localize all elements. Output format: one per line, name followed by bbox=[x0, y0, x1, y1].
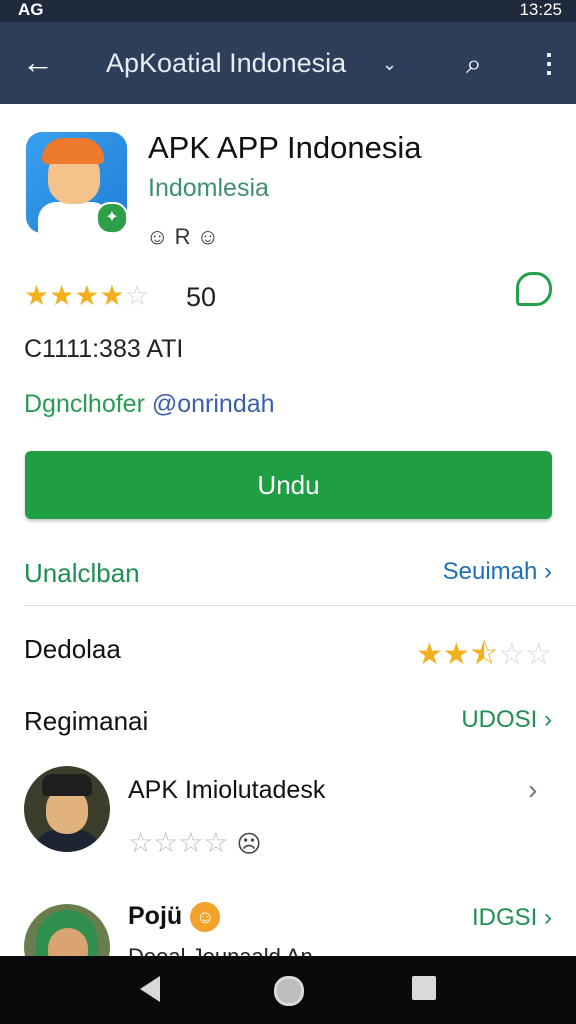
section-rating-stars[interactable]: ★★⯪☆☆ bbox=[416, 632, 552, 683]
app-bar: ← ApKoatial Indonesia ⌄ ⌕ ⋮ bbox=[0, 22, 576, 104]
star-icon: ★ bbox=[415, 638, 443, 671]
star-outline-icon: ☆ bbox=[124, 280, 150, 311]
app-meta-line: C1111:383 ATI bbox=[24, 335, 184, 363]
star-outline-icon: ☆ bbox=[203, 827, 229, 858]
star-half-icon: ⯪ bbox=[469, 638, 499, 671]
section-label: Regimanai bbox=[24, 706, 149, 736]
install-button[interactable]: Undu bbox=[25, 451, 552, 519]
system-nav-bar bbox=[0, 956, 576, 1024]
star-outline-icon: ☆ bbox=[525, 638, 552, 671]
section-row-1[interactable]: Unalclban Seuimah › bbox=[0, 548, 576, 598]
rating-value: 50 bbox=[186, 282, 217, 312]
chevron-right-icon[interactable]: › bbox=[528, 774, 537, 806]
nav-back-icon[interactable] bbox=[140, 976, 160, 1002]
udosi-link[interactable]: UDOSI › bbox=[461, 706, 552, 734]
star-outline-icon: ☆ bbox=[153, 827, 179, 858]
review-author: Pojü bbox=[128, 902, 183, 930]
content-rating-icons: ☺ R ☺ bbox=[146, 224, 220, 249]
verified-badge-icon: ✦ bbox=[96, 202, 127, 233]
app-rating-stars: ★★★★☆ bbox=[24, 279, 150, 312]
section-label: Unalclban bbox=[24, 558, 140, 588]
avatar[interactable] bbox=[24, 766, 110, 852]
star-icon: ★ bbox=[74, 280, 100, 311]
section-row-2[interactable]: Dedolaa ★★⯪☆☆ bbox=[0, 626, 576, 676]
divider bbox=[24, 605, 576, 606]
star-icon: ★ bbox=[49, 280, 75, 311]
app-icon: ✦ bbox=[26, 132, 127, 233]
more-vert-icon[interactable]: ⋮ bbox=[536, 48, 562, 79]
status-left-text: AG bbox=[18, 0, 44, 19]
emoji-icon: ☺ bbox=[190, 902, 221, 933]
idgsi-link[interactable]: IDGSI › bbox=[472, 904, 552, 932]
see-more-link[interactable]: Seuimah › bbox=[443, 558, 552, 586]
star-icon: ★ bbox=[442, 638, 470, 671]
developer-prefix: Dgnclhofer bbox=[24, 390, 145, 418]
star-outline-icon: ☆ bbox=[128, 827, 154, 858]
chevron-down-icon[interactable]: ⌄ bbox=[382, 54, 397, 75]
avatar-hat bbox=[42, 774, 92, 796]
status-time: 13:25 bbox=[519, 0, 562, 19]
arrow-left-icon[interactable]: ← bbox=[22, 46, 54, 78]
developer-handle[interactable]: @onrindah bbox=[152, 390, 275, 418]
section-label: Dedolaa bbox=[24, 634, 121, 664]
search-icon[interactable]: ⌕ bbox=[466, 48, 482, 81]
review-stars: ☆☆☆☆ ☹ bbox=[128, 826, 261, 859]
status-bar: AG 13:25 bbox=[0, 0, 576, 22]
app-bar-title[interactable]: ApKoatial Indonesia bbox=[106, 48, 346, 79]
star-icon: ★ bbox=[99, 280, 125, 311]
chat-icon[interactable] bbox=[516, 272, 552, 306]
app-icon-hat bbox=[42, 138, 104, 164]
nav-home-icon[interactable] bbox=[274, 976, 304, 1006]
star-outline-icon: ☆ bbox=[178, 827, 204, 858]
face-icon: ☹ bbox=[236, 831, 262, 858]
review-author-row[interactable]: Pojü ☺ bbox=[128, 902, 221, 933]
nav-recents-icon[interactable] bbox=[412, 976, 436, 1000]
section-row-3[interactable]: Regimanai UDOSI › bbox=[0, 696, 576, 746]
developer-line[interactable]: Dgnclhofer @onrindah bbox=[24, 390, 275, 419]
app-title: APK APP Indonesia bbox=[148, 130, 422, 165]
star-icon: ★ bbox=[24, 280, 50, 311]
star-outline-icon: ☆ bbox=[498, 638, 526, 671]
review-author[interactable]: APK Imiolutadesk bbox=[128, 776, 325, 805]
app-subtitle[interactable]: Indomlesia bbox=[148, 174, 269, 203]
